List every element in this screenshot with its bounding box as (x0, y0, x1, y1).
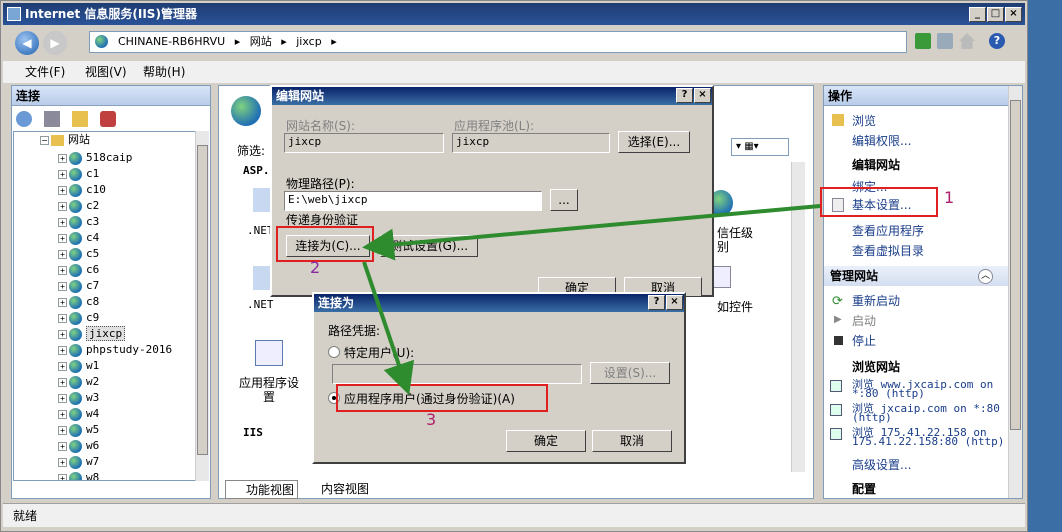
annotation-arrows (362, 204, 821, 396)
arrow-2-to-3 (362, 261, 415, 396)
arrow-1-to-2 (362, 204, 821, 261)
